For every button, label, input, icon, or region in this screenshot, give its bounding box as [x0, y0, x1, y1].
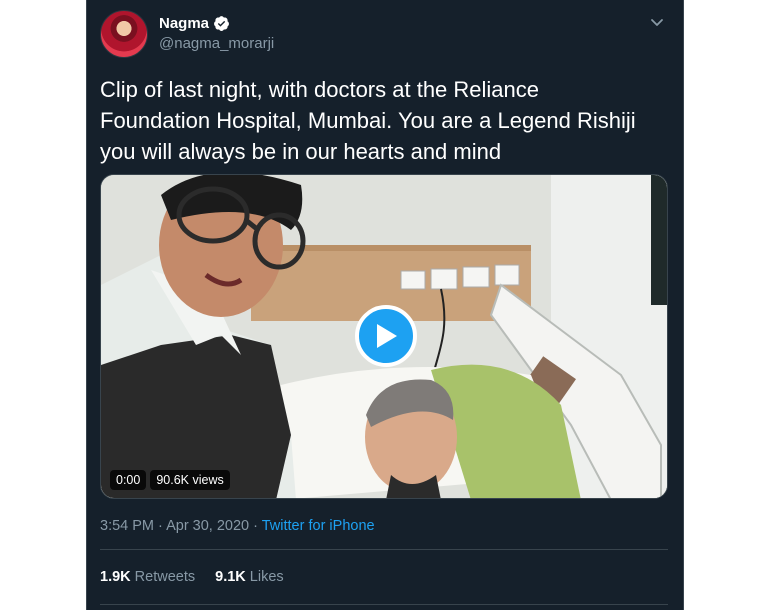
likes-stat[interactable]: 9.1K Likes	[215, 568, 284, 586]
meta-separator: ·	[249, 518, 262, 534]
retweets-count: 1.9K	[100, 569, 131, 585]
play-button[interactable]	[355, 305, 417, 367]
tweet-header: Nagma @nagma_morarji	[100, 10, 274, 58]
likes-count: 9.1K	[215, 569, 246, 585]
verified-badge-icon	[213, 15, 230, 32]
video-views: 90.6K views	[150, 470, 230, 490]
video-player[interactable]: 0:00 90.6K views	[100, 174, 668, 499]
divider	[100, 549, 668, 550]
tweet-text: Clip of last night, with doctors at the …	[100, 77, 636, 164]
retweets-label: Retweets	[134, 569, 196, 585]
tweet-stats: 1.9K Retweets 9.1K Likes	[100, 568, 304, 586]
user-names: Nagma @nagma_morarji	[159, 14, 274, 54]
tweet-meta: 3:54 PM · Apr 30, 2020 · Twitter for iPh…	[100, 517, 375, 535]
user-handle[interactable]: @nagma_morarji	[159, 34, 274, 54]
tweet-source-link[interactable]: Twitter for iPhone	[262, 518, 375, 534]
play-icon	[377, 324, 397, 348]
display-name[interactable]: Nagma	[159, 14, 209, 33]
chevron-down-icon[interactable]	[649, 14, 665, 30]
likes-label: Likes	[249, 569, 284, 585]
avatar[interactable]	[100, 10, 148, 58]
tweet-card: Nagma @nagma_morarji Clip of last night,…	[86, 0, 684, 610]
tweet-timestamp[interactable]: 3:54 PM · Apr 30, 2020	[100, 518, 249, 534]
divider	[100, 604, 668, 605]
video-badges: 0:00 90.6K views	[110, 470, 230, 490]
display-name-row: Nagma	[159, 14, 274, 33]
retweets-stat[interactable]: 1.9K Retweets	[100, 568, 195, 586]
video-time: 0:00	[110, 470, 147, 490]
